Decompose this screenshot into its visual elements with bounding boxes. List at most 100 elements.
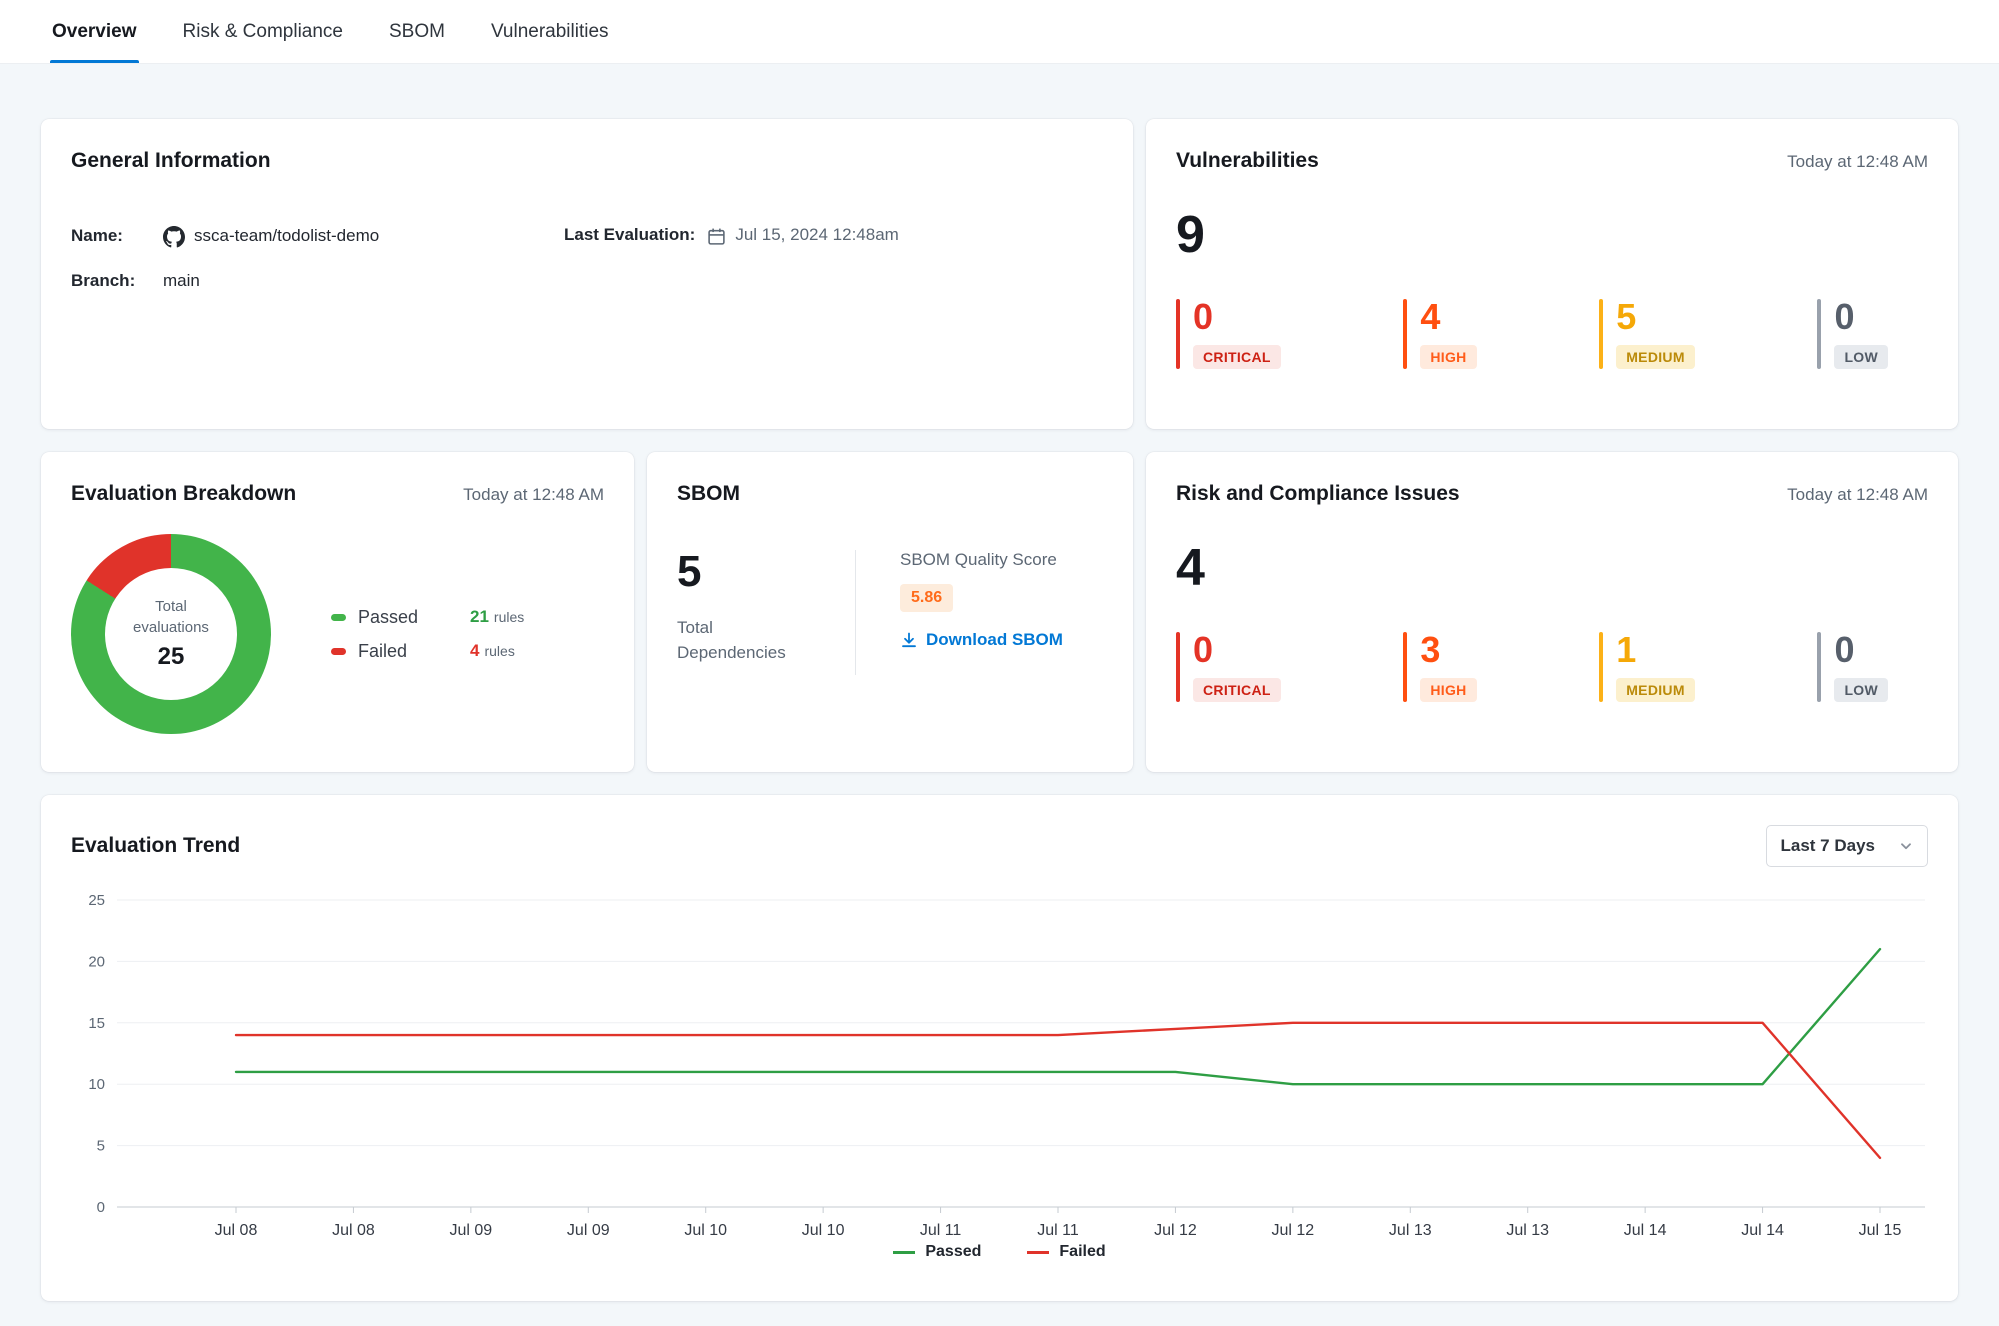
- evaluation-trend-title: Evaluation Trend: [71, 834, 240, 858]
- trend-legend: Passed Failed: [71, 1243, 1928, 1261]
- evaluation-trend-card: Evaluation Trend Last 7 Days 0 5 10 15 20 25 J…: [41, 795, 1958, 1301]
- date-range-value: Last 7 Days: [1781, 836, 1876, 856]
- svg-text:Jul 09: Jul 09: [450, 1222, 493, 1235]
- vulnerabilities-severity-row: 0 CRITICAL 4 HIGH 5 MEDIUM: [1176, 299, 1888, 369]
- download-sbom-label: Download SBOM: [926, 630, 1063, 650]
- sbom-quality-score-badge: 5.86: [900, 584, 953, 612]
- svg-text:Jul 08: Jul 08: [215, 1222, 258, 1235]
- risk-compliance-title: Risk and Compliance Issues: [1176, 482, 1460, 506]
- severity-badge: HIGH: [1420, 345, 1476, 369]
- severity-count: 0: [1193, 299, 1281, 335]
- failed-line-swatch: [1027, 1251, 1049, 1254]
- severity-bar: [1599, 299, 1603, 369]
- svg-text:10: 10: [88, 1076, 105, 1093]
- severity-item-high: 4 HIGH: [1403, 299, 1476, 369]
- svg-text:25: 25: [88, 892, 105, 909]
- branch-value: main: [163, 271, 200, 291]
- severity-bar: [1403, 632, 1407, 702]
- svg-text:5: 5: [97, 1138, 105, 1155]
- severity-count: 5: [1616, 299, 1695, 335]
- name-label: Name:: [71, 226, 155, 246]
- severity-count: 4: [1420, 299, 1476, 335]
- vulnerabilities-timestamp: Today at 12:48 AM: [1787, 152, 1928, 172]
- severity-item-low: 0 LOW: [1817, 299, 1888, 369]
- svg-text:20: 20: [88, 953, 105, 970]
- passed-count: 21: [470, 607, 489, 627]
- severity-count: 0: [1193, 632, 1281, 668]
- svg-text:Jul 12: Jul 12: [1272, 1222, 1315, 1235]
- severity-count: 3: [1420, 632, 1476, 668]
- severity-item-medium: 1 MEDIUM: [1599, 632, 1695, 702]
- top-tab-bar: Overview Risk & Compliance SBOM Vulnerab…: [0, 0, 1999, 64]
- tab-sbom[interactable]: SBOM: [387, 0, 447, 63]
- svg-text:0: 0: [97, 1199, 105, 1216]
- failed-dot-icon: [331, 648, 346, 655]
- evaluation-donut: Total evaluations 25: [71, 534, 271, 734]
- tab-vulnerabilities[interactable]: Vulnerabilities: [489, 0, 611, 63]
- svg-text:Jul 11: Jul 11: [920, 1222, 962, 1235]
- sbom-card: SBOM 5 Total Dependencies SBOM Quality S…: [647, 452, 1133, 772]
- repo-name-row: Name: ssca-team/todolist-demo: [71, 225, 564, 247]
- passed-dot-icon: [331, 614, 346, 621]
- last-evaluation-label: Last Evaluation:: [564, 225, 695, 245]
- download-icon: [900, 631, 918, 649]
- page-content: General Information Name: ssca-team/todo…: [0, 119, 1999, 1301]
- svg-text:Jul 10: Jul 10: [802, 1222, 845, 1235]
- vulnerabilities-card: Vulnerabilities Today at 12:48 AM 9 0 CR…: [1146, 119, 1958, 429]
- sbom-quality-score-label: SBOM Quality Score: [900, 550, 1063, 570]
- severity-badge: CRITICAL: [1193, 678, 1281, 702]
- failed-suffix: rules: [484, 643, 514, 659]
- svg-text:Jul 12: Jul 12: [1154, 1222, 1197, 1235]
- severity-item-high: 3 HIGH: [1403, 632, 1476, 702]
- failed-legend-label: Failed: [1059, 1243, 1105, 1261]
- severity-item-critical: 0 CRITICAL: [1176, 632, 1281, 702]
- severity-badge: LOW: [1834, 678, 1888, 702]
- last-evaluation-row: Last Evaluation: Jul 15, 2024 12:48am: [564, 225, 899, 245]
- risk-compliance-timestamp: Today at 12:48 AM: [1787, 485, 1928, 505]
- severity-item-critical: 0 CRITICAL: [1176, 299, 1281, 369]
- severity-bar: [1599, 632, 1603, 702]
- legend-item-failed: Failed: [1027, 1243, 1105, 1261]
- passed-line-swatch: [893, 1251, 915, 1254]
- date-range-dropdown[interactable]: Last 7 Days: [1766, 825, 1929, 867]
- severity-badge: MEDIUM: [1616, 345, 1695, 369]
- severity-bar: [1176, 632, 1180, 702]
- svg-text:Jul 15: Jul 15: [1859, 1222, 1902, 1235]
- risk-compliance-card: Risk and Compliance Issues Today at 12:4…: [1146, 452, 1958, 772]
- risk-compliance-total: 4: [1176, 542, 1928, 594]
- general-information-card: General Information Name: ssca-team/todo…: [41, 119, 1133, 429]
- severity-count: 1: [1616, 632, 1695, 668]
- severity-item-medium: 5 MEDIUM: [1599, 299, 1695, 369]
- severity-bar: [1176, 299, 1180, 369]
- passed-suffix: rules: [494, 609, 524, 625]
- risk-compliance-severity-row: 0 CRITICAL 3 HIGH 1 MEDIUM: [1176, 632, 1888, 702]
- tab-risk-compliance[interactable]: Risk & Compliance: [181, 0, 346, 63]
- sbom-title: SBOM: [677, 482, 740, 506]
- calendar-icon: [707, 227, 726, 246]
- github-icon: [163, 226, 185, 248]
- evaluation-breakdown-timestamp: Today at 12:48 AM: [463, 485, 604, 505]
- severity-badge: MEDIUM: [1616, 678, 1695, 702]
- trend-chart: 0510152025Jul 08Jul 08Jul 09Jul 09Jul 10…: [71, 883, 1928, 1235]
- evaluation-breakdown-card: Evaluation Breakdown Today at 12:48 AM T…: [41, 452, 634, 772]
- severity-bar: [1817, 299, 1821, 369]
- donut-center-label: Total evaluations: [125, 597, 217, 638]
- download-sbom-link[interactable]: Download SBOM: [900, 630, 1063, 650]
- severity-badge: CRITICAL: [1193, 345, 1281, 369]
- severity-badge: HIGH: [1420, 678, 1476, 702]
- svg-text:Jul 13: Jul 13: [1389, 1222, 1432, 1235]
- svg-text:Jul 13: Jul 13: [1506, 1222, 1549, 1235]
- failed-label: Failed: [358, 641, 444, 662]
- legend-row-failed: Failed 4 rules: [331, 641, 524, 662]
- repo-name-value: ssca-team/todolist-demo: [194, 226, 379, 246]
- severity-item-low: 0 LOW: [1817, 632, 1888, 702]
- svg-text:Jul 08: Jul 08: [332, 1222, 375, 1235]
- tab-overview[interactable]: Overview: [50, 0, 139, 63]
- svg-text:15: 15: [88, 1015, 105, 1032]
- passed-label: Passed: [358, 607, 444, 628]
- passed-legend-label: Passed: [925, 1243, 981, 1261]
- severity-bar: [1403, 299, 1407, 369]
- severity-count: 0: [1834, 299, 1888, 335]
- svg-text:Jul 14: Jul 14: [1624, 1222, 1667, 1235]
- evaluation-legend: Passed 21 rules Failed 4 rules: [331, 594, 524, 675]
